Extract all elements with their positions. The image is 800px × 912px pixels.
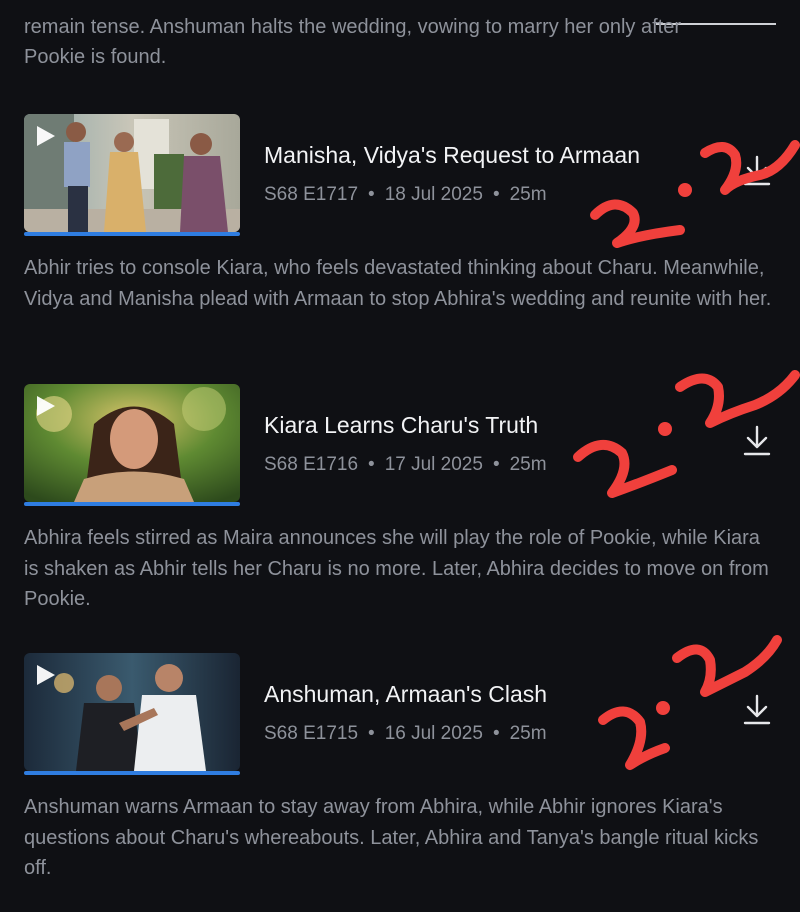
description-line: Pookie is found. <box>24 46 167 68</box>
episode-code: S68 E1716 <box>264 454 359 475</box>
episode-description: Abhira feels stirred as Maira announces … <box>24 527 769 610</box>
episode-thumbnail[interactable] <box>24 114 240 232</box>
watch-progress-fill <box>24 502 240 506</box>
watch-progress-fill <box>24 771 240 775</box>
episode-meta: S68 E1717 • 18 Jul 2025 • 25m <box>264 184 547 206</box>
episode-thumbnail[interactable] <box>24 653 240 771</box>
download-icon[interactable] <box>742 424 772 458</box>
watch-progress-bar <box>24 232 240 236</box>
episode-title[interactable]: Kiara Learns Charu's Truth <box>264 412 538 439</box>
episode-meta: S68 E1716 • 17 Jul 2025 • 25m <box>264 454 547 476</box>
episode-card[interactable]: Manisha, Vidya's Request to Armaan S68 E… <box>0 114 800 354</box>
meta-separator: • <box>492 184 500 205</box>
episode-title[interactable]: Manisha, Vidya's Request to Armaan <box>264 142 640 169</box>
episode-date: 18 Jul 2025 <box>384 184 483 205</box>
episode-card[interactable]: Anshuman, Armaan's Clash S68 E1715 • 16 Ju… <box>0 653 800 893</box>
download-icon[interactable] <box>742 154 772 188</box>
episode-date: 16 Jul 2025 <box>384 723 483 744</box>
meta-separator: • <box>368 184 375 205</box>
episode-date: 17 Jul 2025 <box>384 454 483 475</box>
episode-duration: 25m <box>509 723 547 744</box>
watch-progress-bar <box>24 771 240 775</box>
episode-meta: S68 E1715 • 16 Jul 2025 • 25m <box>264 723 547 745</box>
episode-thumbnail[interactable] <box>24 384 240 502</box>
meta-separator: • <box>492 454 500 475</box>
description-line: remain tense. Anshuman halts the wedding… <box>24 16 682 38</box>
watch-progress-fill <box>24 232 240 236</box>
play-icon[interactable] <box>37 665 55 685</box>
episode-description: Anshuman warns Armaan to stay away from … <box>24 796 759 879</box>
episode-title[interactable]: Anshuman, Armaan's Clash <box>264 681 547 708</box>
play-icon[interactable] <box>37 396 55 416</box>
play-icon[interactable] <box>37 126 55 146</box>
episode-code: S68 E1715 <box>264 723 359 744</box>
meta-separator: • <box>368 723 375 744</box>
episode-duration: 25m <box>509 454 547 475</box>
episode-code: S68 E1717 <box>264 184 359 205</box>
meta-separator: • <box>492 723 500 744</box>
episode-list-screen: remain tense. Anshuman halts the wedding… <box>0 0 800 912</box>
episode-card[interactable]: Kiara Learns Charu's Truth S68 E1716 • 17 … <box>0 384 800 624</box>
episode-duration: 25m <box>509 184 547 205</box>
previous-episode-description: remain tense. Anshuman halts the wedding… <box>24 12 764 72</box>
meta-separator: • <box>368 454 375 475</box>
download-icon[interactable] <box>742 693 772 727</box>
episode-description: Abhir tries to console Kiara, who feels … <box>24 257 772 310</box>
watch-progress-bar <box>24 502 240 506</box>
